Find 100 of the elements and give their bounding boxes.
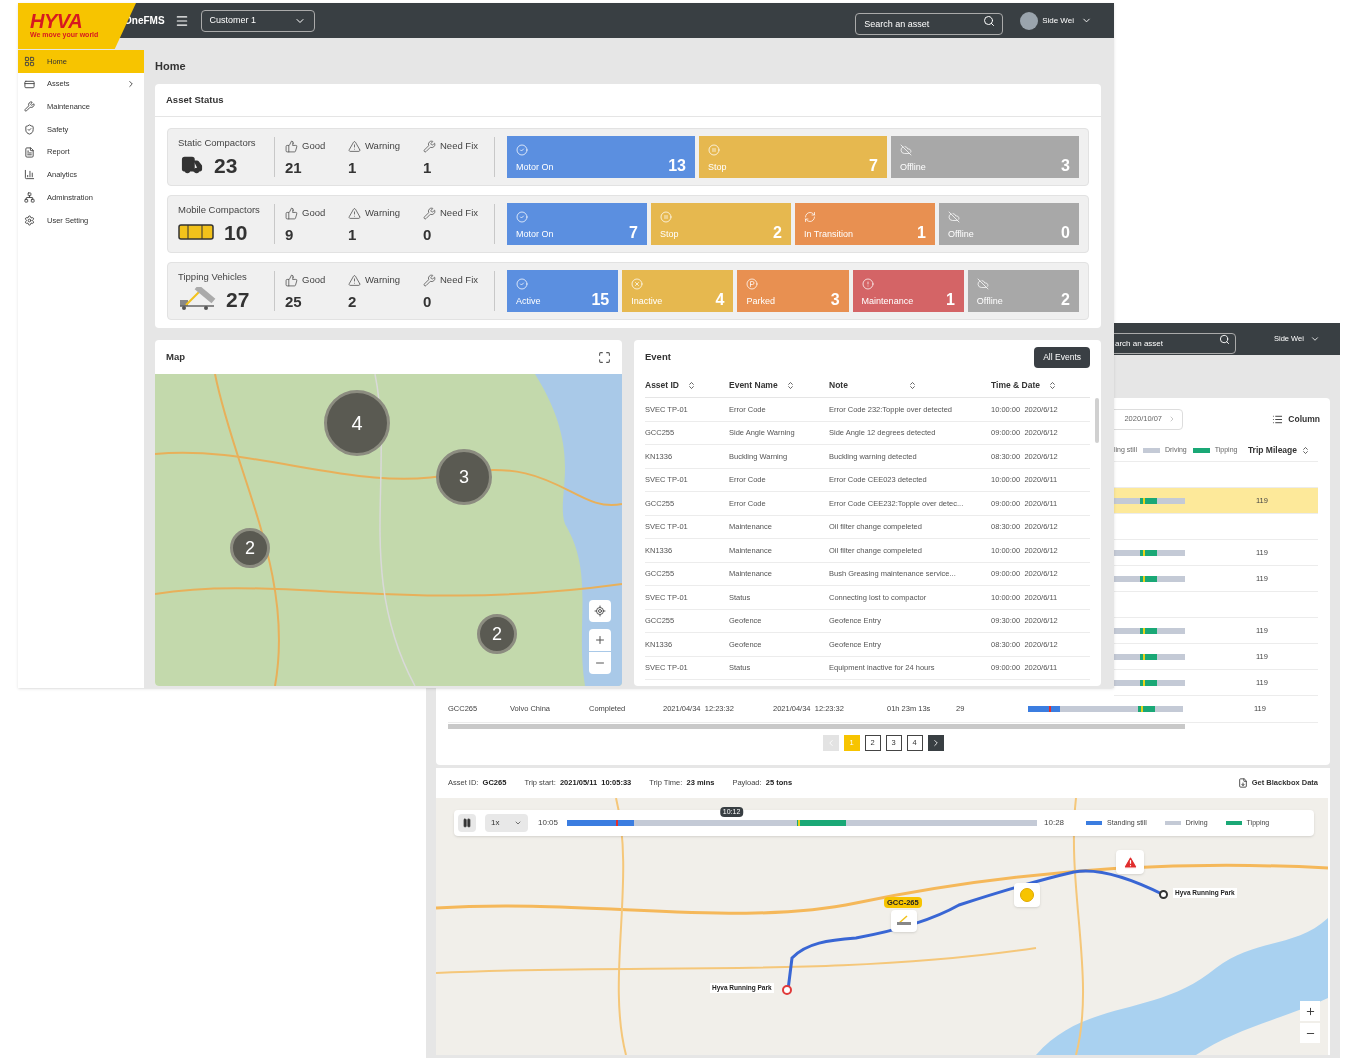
tile-count: 15 bbox=[591, 292, 610, 308]
group-name: Mobile Compactors bbox=[178, 202, 261, 217]
group-name: Tipping Vehicles bbox=[178, 269, 248, 284]
chevron-right-icon bbox=[126, 79, 136, 90]
list-icon bbox=[1272, 413, 1284, 425]
container-icon bbox=[178, 223, 216, 242]
tile-label: Motor On bbox=[516, 160, 554, 174]
legend-swatch bbox=[1142, 448, 1160, 453]
next-page-button[interactable] bbox=[927, 735, 944, 751]
stat-value: 0 bbox=[423, 293, 433, 309]
check-circle-icon bbox=[516, 277, 528, 290]
tipper-truck-icon bbox=[895, 915, 913, 927]
pause-circle-icon bbox=[708, 143, 720, 156]
chart-icon bbox=[24, 169, 35, 181]
column-header[interactable]: Time & Date bbox=[991, 379, 1040, 392]
stat-label: Good bbox=[302, 206, 326, 221]
chevron-right-icon bbox=[1168, 415, 1176, 423]
search-field[interactable]: Search an asset bbox=[855, 12, 1004, 35]
event-marker[interactable] bbox=[1014, 883, 1040, 907]
trip-timeline-bar bbox=[1114, 575, 1185, 582]
cloud-off-icon bbox=[900, 143, 912, 156]
all-events-button[interactable]: All Events bbox=[1034, 346, 1090, 368]
menu-icon[interactable] bbox=[174, 13, 189, 28]
column-header[interactable]: Note bbox=[829, 379, 848, 392]
tile-count: 3 bbox=[1061, 158, 1070, 174]
column-header[interactable]: Trip Mileage bbox=[1247, 444, 1297, 457]
place-marker[interactable] bbox=[782, 985, 792, 995]
trip-timeline-bar bbox=[1114, 679, 1185, 686]
stat-label: Warning bbox=[365, 273, 401, 288]
stat-value: 1 bbox=[423, 159, 433, 175]
tile-count: 1 bbox=[917, 225, 926, 241]
tile-label: In Transition bbox=[804, 227, 854, 241]
tile-label: Offline bbox=[976, 294, 1003, 308]
pause-circle-icon bbox=[660, 210, 672, 223]
trip-timeline-bar bbox=[1114, 627, 1185, 634]
tipper-truck-icon bbox=[178, 287, 218, 312]
legend-swatch bbox=[1164, 821, 1181, 825]
status-tile[interactable]: Maintenance 1 bbox=[852, 270, 964, 312]
place-marker[interactable] bbox=[1159, 890, 1168, 899]
column-header[interactable]: Asset ID bbox=[645, 379, 679, 392]
warning-icon bbox=[348, 207, 361, 220]
group-total: 27 bbox=[226, 288, 250, 310]
search-icon bbox=[1219, 333, 1230, 345]
card-title: Event bbox=[645, 349, 671, 364]
stat-label: Warning bbox=[365, 139, 401, 154]
trip-timeline-bar bbox=[1114, 653, 1185, 660]
end-time: 10:28 bbox=[1044, 817, 1065, 829]
tile-count: 7 bbox=[629, 225, 638, 241]
wrench-icon bbox=[423, 140, 436, 153]
chevron-down-icon[interactable] bbox=[1309, 334, 1320, 344]
pause-button[interactable] bbox=[458, 814, 476, 832]
thumbs-up-icon bbox=[285, 140, 298, 153]
vertical-scrollbar[interactable] bbox=[1095, 398, 1099, 443]
sort-icon[interactable] bbox=[1301, 446, 1310, 455]
alert-marker[interactable] bbox=[1116, 850, 1144, 874]
tile-label: Offline bbox=[900, 160, 926, 174]
plus-icon bbox=[594, 634, 606, 646]
plus-icon bbox=[1304, 1005, 1316, 1017]
tile-count: 2 bbox=[773, 225, 782, 241]
caret-icon bbox=[514, 819, 522, 827]
user-name[interactable]: Side Wei bbox=[1042, 14, 1074, 27]
tile-label: Stop bbox=[708, 160, 727, 174]
stat-value: 1 bbox=[348, 226, 358, 242]
sort-icon[interactable] bbox=[908, 381, 917, 390]
wrench-icon bbox=[24, 101, 35, 113]
speed-select[interactable]: 1x bbox=[485, 814, 528, 832]
stat-value: 0 bbox=[423, 226, 433, 242]
avatar[interactable] bbox=[1020, 11, 1039, 30]
page-title: Home bbox=[155, 59, 187, 72]
tile-count: 13 bbox=[668, 158, 686, 174]
sort-icon[interactable] bbox=[785, 381, 795, 390]
logo-brand: HYVA bbox=[30, 11, 83, 31]
customer-select[interactable]: Customer 1 bbox=[200, 9, 315, 32]
warning-icon bbox=[348, 274, 361, 287]
alert-circle-icon bbox=[861, 277, 874, 290]
sort-icon[interactable] bbox=[687, 381, 696, 390]
expand-icon[interactable] bbox=[598, 350, 611, 364]
vehicle-marker[interactable] bbox=[891, 910, 917, 932]
card-icon bbox=[24, 78, 35, 90]
tile-count: 1 bbox=[945, 292, 955, 308]
grid-icon bbox=[24, 55, 35, 67]
stat-label: Need Fix bbox=[440, 273, 478, 288]
stat-value: 21 bbox=[285, 159, 303, 175]
settings-icon bbox=[24, 214, 35, 226]
horizontal-scrollbar[interactable] bbox=[448, 724, 1185, 729]
column-button[interactable]: Column bbox=[1272, 412, 1320, 426]
document-icon bbox=[24, 146, 35, 158]
column-header[interactable]: Event Name bbox=[729, 379, 778, 392]
tile-label: Stop bbox=[660, 227, 679, 241]
document-icon bbox=[1237, 778, 1248, 788]
zoom-in-button[interactable] bbox=[1300, 1001, 1320, 1021]
card-title: Map bbox=[166, 349, 185, 364]
thumbs-up-icon bbox=[285, 274, 298, 287]
sort-icon[interactable] bbox=[1048, 381, 1057, 390]
tile-label: Motor On bbox=[516, 227, 554, 241]
tile-count: 2 bbox=[1061, 292, 1070, 308]
cloud-off-icon bbox=[948, 210, 960, 223]
x-circle-icon bbox=[631, 277, 644, 290]
locate-button[interactable] bbox=[589, 600, 611, 622]
tile-label: Offline bbox=[948, 227, 974, 241]
